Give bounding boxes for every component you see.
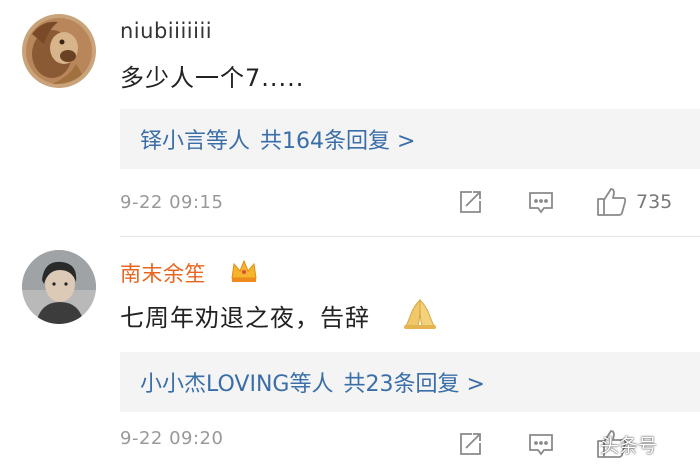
share-icon[interactable]	[455, 187, 485, 217]
username[interactable]: 南末余笙	[120, 258, 206, 288]
avatar[interactable]	[22, 250, 96, 324]
reply-count: 共164条回复 >	[260, 129, 416, 154]
share-icon[interactable]	[455, 429, 485, 459]
crown-icon	[229, 258, 259, 284]
comment-icon[interactable]	[526, 187, 556, 217]
person-avatar-icon	[22, 250, 96, 324]
reply-summary[interactable]: 小小杰LOVING等人 共23条回复 >	[120, 352, 700, 412]
reply-summary[interactable]: 铎小言等人 共164条回复 >	[120, 109, 700, 169]
comment-text: 多少人一个7.....	[120, 64, 305, 92]
divider	[120, 236, 700, 237]
lion-avatar-icon	[22, 14, 96, 88]
watermark-logo-icon	[569, 429, 597, 457]
comment-text: 七周年劝退之夜，告辞	[120, 304, 370, 332]
reply-count: 共23条回复 >	[343, 372, 485, 397]
like-count: 735	[636, 191, 673, 213]
username[interactable]: niubiiiiiii	[120, 19, 212, 43]
praying-hands-icon	[402, 296, 438, 330]
comment-icon[interactable]	[526, 429, 556, 459]
watermark-text: 头条号	[600, 435, 658, 457]
timestamp: 9-22 09:15	[120, 192, 224, 213]
timestamp: 9-22 09:20	[120, 428, 224, 449]
comment-item: niubiiiiiii 多少人一个7..... 铎小言等人 共164条回复 > 9…	[0, 0, 700, 238]
reply-summary-link[interactable]: 铎小言等人 共164条回复 >	[140, 123, 415, 155]
avatar[interactable]	[22, 14, 96, 88]
reply-names: 铎小言等人	[140, 129, 251, 154]
comment-feed: niubiiiiiii 多少人一个7..... 铎小言等人 共164条回复 > 9…	[0, 0, 700, 467]
watermark: 头条号	[566, 425, 700, 461]
thumbs-up-icon[interactable]	[595, 185, 629, 219]
reply-summary-link[interactable]: 小小杰LOVING等人 共23条回复 >	[140, 366, 485, 398]
reply-names: 小小杰LOVING等人	[140, 372, 334, 397]
